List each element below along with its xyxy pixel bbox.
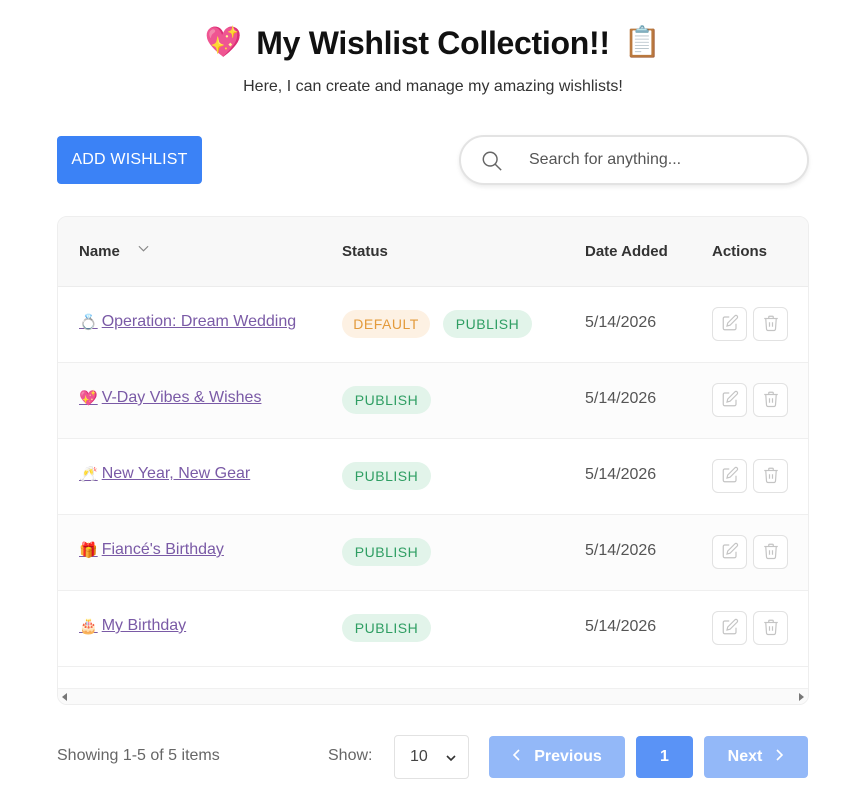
table-row: 🎁 Fiancé's Birthday PUBLISH 5/14/2026 <box>58 515 808 591</box>
page-header: 💖 My Wishlist Collection!! 📋 Here, I can… <box>0 18 866 96</box>
previous-page-button[interactable]: Previous <box>489 736 625 778</box>
wishlist-name-link[interactable]: 🥂 New Year, New Gear <box>79 465 250 483</box>
next-page-label: Next <box>727 748 763 765</box>
status-badges: PUBLISH <box>342 538 431 566</box>
publish-badge: PUBLISH <box>342 386 431 414</box>
chevron-right-icon <box>774 748 784 766</box>
edit-icon <box>721 618 739 639</box>
column-header-status: Status <box>342 243 388 260</box>
trash-icon <box>762 542 780 563</box>
trash-icon <box>762 314 780 335</box>
publish-badge: PUBLISH <box>342 538 431 566</box>
date-added: 5/14/2026 <box>585 542 657 559</box>
wishlist-name-link[interactable]: 🎁 Fiancé's Birthday <box>79 541 224 559</box>
edit-icon <box>721 314 739 335</box>
edit-icon <box>721 466 739 487</box>
edit-button[interactable] <box>712 611 747 645</box>
title-row: 💖 My Wishlist Collection!! 📋 <box>0 18 866 68</box>
table-row: 💖 V-Day Vibes & Wishes PUBLISH 5/14/2026 <box>58 363 808 439</box>
column-header-name-label: Name <box>79 243 120 260</box>
delete-button[interactable] <box>753 383 788 417</box>
page-size-select[interactable]: 10 <box>394 735 469 779</box>
wishlist-emoji-icon: 💖 <box>79 390 98 407</box>
page-number-button[interactable]: 1 <box>636 736 693 778</box>
publish-badge: PUBLISH <box>342 614 431 642</box>
date-added: 5/14/2026 <box>585 618 657 635</box>
delete-button[interactable] <box>753 535 788 569</box>
table-row: 🎂 My Birthday PUBLISH 5/14/2026 <box>58 591 808 667</box>
column-header-name[interactable]: Name <box>79 243 149 260</box>
delete-button[interactable] <box>753 611 788 645</box>
status-badges: PUBLISH <box>342 386 431 414</box>
date-added: 5/14/2026 <box>585 466 657 483</box>
wishlist-name-text: Fiancé's Birthday <box>101 541 224 558</box>
search-icon <box>481 150 502 171</box>
column-header-date: Date Added <box>585 243 668 260</box>
edit-button[interactable] <box>712 307 747 341</box>
page-title: My Wishlist Collection!! <box>256 24 610 61</box>
table-row: 🥂 New Year, New Gear PUBLISH 5/14/2026 <box>58 439 808 515</box>
chevron-left-icon <box>512 748 522 766</box>
edit-icon <box>721 390 739 411</box>
sort-chevron-icon[interactable] <box>138 245 149 253</box>
wishlist-name-link[interactable]: 💍 Operation: Dream Wedding <box>79 313 296 331</box>
page-subtitle: Here, I can create and manage my amazing… <box>243 78 623 95</box>
wishlist-name-text: New Year, New Gear <box>101 465 251 482</box>
add-wishlist-button[interactable]: ADD WISHLIST <box>57 136 202 184</box>
clipboard-icon: 📋 <box>623 26 662 59</box>
wishlist-emoji-icon: 🎂 <box>79 618 98 635</box>
chevron-down-icon <box>445 751 457 769</box>
publish-badge: PUBLISH <box>443 310 532 338</box>
sparkling-heart-icon: 💖 <box>204 26 243 59</box>
status-badges: PUBLISH <box>342 614 431 642</box>
delete-button[interactable] <box>753 307 788 341</box>
edit-icon <box>721 542 739 563</box>
pagination-summary: Showing 1-5 of 5 items <box>57 747 220 764</box>
trash-icon <box>762 618 780 639</box>
date-added: 5/14/2026 <box>585 390 657 407</box>
wishlist-emoji-icon: 🥂 <box>79 466 98 483</box>
table-header: Name Status Date Added Actions <box>58 217 808 287</box>
scroll-right-icon[interactable] <box>799 693 804 701</box>
page-size-value: 10 <box>410 748 428 765</box>
previous-page-label: Previous <box>534 748 602 765</box>
status-badges: PUBLISH <box>342 462 431 490</box>
row-actions <box>712 383 788 417</box>
status-badges: DEFAULT PUBLISH <box>342 310 532 338</box>
scroll-left-icon[interactable] <box>62 693 67 701</box>
search-input[interactable] <box>529 151 789 169</box>
table-row: 💍 Operation: Dream Wedding DEFAULT PUBLISH 5… <box>58 287 808 363</box>
wishlist-table: Name Status Date Added Actions 💍 Operatio… <box>57 216 809 705</box>
next-page-button[interactable]: Next <box>704 736 808 778</box>
edit-button[interactable] <box>712 535 747 569</box>
search-box[interactable] <box>459 135 809 185</box>
wishlist-name-link[interactable]: 💖 V-Day Vibes & Wishes <box>79 389 261 407</box>
default-badge: DEFAULT <box>342 310 430 338</box>
row-actions <box>712 611 788 645</box>
wishlist-name-link[interactable]: 🎂 My Birthday <box>79 617 186 635</box>
horizontal-scrollbar[interactable] <box>58 688 808 704</box>
trash-icon <box>762 466 780 487</box>
table-body: 💍 Operation: Dream Wedding DEFAULT PUBLISH 5… <box>58 287 808 667</box>
wishlist-name-text: V-Day Vibes & Wishes <box>101 389 262 406</box>
trash-icon <box>762 390 780 411</box>
edit-button[interactable] <box>712 459 747 493</box>
page-size-label: Show: <box>328 747 373 764</box>
wishlist-emoji-icon: 🎁 <box>79 542 98 559</box>
wishlist-name-text: Operation: Dream Wedding <box>101 313 297 330</box>
row-actions <box>712 459 788 493</box>
wishlist-emoji-icon: 💍 <box>79 314 98 331</box>
row-actions <box>712 535 788 569</box>
wishlist-name-text: My Birthday <box>101 617 187 634</box>
row-actions <box>712 307 788 341</box>
date-added: 5/14/2026 <box>585 314 657 331</box>
column-header-actions: Actions <box>712 243 768 260</box>
delete-button[interactable] <box>753 459 788 493</box>
publish-badge: PUBLISH <box>342 462 431 490</box>
edit-button[interactable] <box>712 383 747 417</box>
